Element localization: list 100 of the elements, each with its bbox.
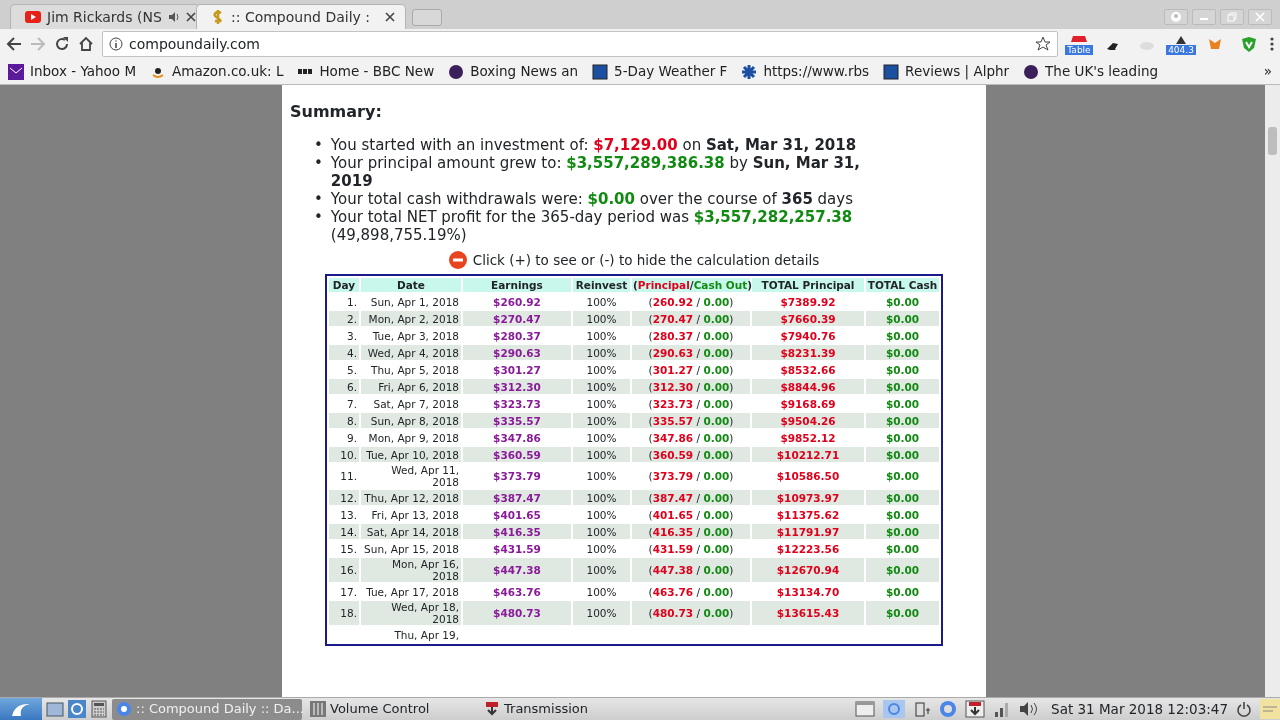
date-cell-text: Sun, Apr 15, 2018 xyxy=(363,541,460,557)
extension-button[interactable]: Table xyxy=(1066,33,1092,55)
earnings-cell: $312.30 xyxy=(463,379,571,395)
split-cell: (387.47 / 0.00) xyxy=(632,490,750,506)
split-cell: (270.47 / 0.00) xyxy=(632,311,750,327)
split-cell: (447.38 / 0.00) xyxy=(632,558,750,583)
volume-icon[interactable] xyxy=(1019,701,1040,717)
browser-icon[interactable] xyxy=(68,700,86,718)
total-cash-cell-text: $0.00 xyxy=(884,430,921,446)
reinvest-cell: 100% xyxy=(573,524,630,540)
total-principal-cell: $7660.39 xyxy=(752,311,864,327)
date-cell: Mon, Apr 16, 2018 xyxy=(361,558,461,583)
earnings-cell-text: $373.79 xyxy=(492,469,542,485)
date-cell: Sun, Apr 8, 2018 xyxy=(361,413,461,429)
date-cell: Tue, Apr 10, 2018 xyxy=(361,447,461,463)
box-extension-icon xyxy=(1070,33,1088,45)
bookmark[interactable]: Home - BBC New xyxy=(297,61,435,82)
split-cell-text: (280.37 / 0.00) xyxy=(647,328,735,344)
total-cash-cell-text: $0.00 xyxy=(884,328,921,344)
window-icon[interactable] xyxy=(855,700,876,718)
earnings-cell-text: $323.73 xyxy=(492,396,542,412)
taskbar-button[interactable]: Transmission xyxy=(480,698,770,720)
date-cell-text: Tue, Apr 17, 2018 xyxy=(365,584,460,600)
split-cell-text: (463.76 / 0.00) xyxy=(647,584,735,600)
total-principal-cell: $9504.26 xyxy=(752,413,864,429)
total-cash-cell-text: $0.00 xyxy=(884,362,921,378)
total-principal-cell: $8231.39 xyxy=(752,345,864,361)
scrollbar[interactable] xyxy=(1265,85,1280,697)
browser-icon[interactable] xyxy=(939,700,958,718)
browser-icon[interactable] xyxy=(883,700,906,718)
day-cell-text: 15. xyxy=(339,541,358,557)
day-cell: 2. xyxy=(329,311,359,327)
bookmark[interactable]: 5-Day Weather F xyxy=(592,61,728,82)
menu-icon[interactable] xyxy=(1270,36,1274,52)
bookmark[interactable]: Amazon.co.uk: L xyxy=(150,61,284,82)
date-cell: Mon, Apr 2, 2018 xyxy=(361,311,461,327)
extension-button[interactable]: 404.3 xyxy=(1168,33,1194,55)
earnings-cell: $416.35 xyxy=(463,524,571,540)
reinvest-cell: 100% xyxy=(573,413,630,429)
download-icon[interactable] xyxy=(965,700,986,718)
round-icon xyxy=(1023,63,1040,80)
bookmark[interactable]: Reviews | Alphr xyxy=(883,61,1010,82)
total-principal-cell: $12670.94 xyxy=(752,558,864,583)
address-bar[interactable]: compoundaily.com xyxy=(102,31,1058,57)
total-principal-cell-text: $13134.70 xyxy=(775,584,841,600)
reinvest-cell-text: 100% xyxy=(585,294,618,310)
toggle-text: Click (+) to see or (-) to hide the calculation details xyxy=(472,251,820,270)
scrollbar-thumb[interactable] xyxy=(1268,127,1277,155)
bookmark[interactable]: Inbox - Yahoo M xyxy=(8,61,137,82)
total-cash-cell: $0.00 xyxy=(866,558,939,583)
close-button[interactable] xyxy=(1248,9,1272,25)
day-cell: 18. xyxy=(329,601,359,626)
calculator-icon[interactable] xyxy=(90,700,108,718)
folder-icon[interactable] xyxy=(46,700,64,718)
reload-icon[interactable] xyxy=(54,36,70,52)
collapse-icon[interactable] xyxy=(448,251,467,270)
bullet: • xyxy=(314,190,323,208)
minimize-button[interactable] xyxy=(1192,9,1216,25)
split-cell-text: (323.73 / 0.00) xyxy=(647,396,735,412)
square-icon xyxy=(883,63,900,80)
power-icon[interactable] xyxy=(1236,701,1252,717)
reinvest-cell: 100% xyxy=(573,379,630,395)
day-cell: 12. xyxy=(329,490,359,506)
date-cell: Thu, Apr 12, 2018 xyxy=(361,490,461,506)
split-cell: (480.73 / 0.00) xyxy=(632,601,750,626)
taskbar-button[interactable]: Volume Control xyxy=(306,698,476,720)
browser-tab[interactable]: :: Compound Daily : xyxy=(196,4,406,29)
bookmark[interactable]: Boxing News an xyxy=(448,61,579,82)
close-icon xyxy=(1255,12,1265,22)
close-icon[interactable] xyxy=(185,12,196,22)
day-cell: 6. xyxy=(329,379,359,395)
total-principal-cell: $10973.97 xyxy=(752,490,864,506)
reinvest-cell-text: 100% xyxy=(585,430,618,446)
profile-button[interactable] xyxy=(1164,9,1188,25)
bullet: • xyxy=(314,136,323,154)
close-icon[interactable] xyxy=(385,12,395,22)
envelope-icon xyxy=(8,63,24,80)
column-header: TOTAL Principal xyxy=(752,278,864,293)
split-cell-text: (401.65 / 0.00) xyxy=(647,507,735,523)
home-icon[interactable] xyxy=(78,36,94,52)
total-principal-cell-text: $7940.76 xyxy=(779,328,837,344)
date-cell-text: Sat, Apr 7, 2018 xyxy=(372,396,460,412)
reinvest-cell: 100% xyxy=(573,345,630,361)
back-icon[interactable] xyxy=(6,36,22,52)
more-bookmarks-button[interactable]: » xyxy=(1263,61,1272,82)
day-cell-text: 3. xyxy=(345,328,358,344)
bookmark[interactable]: The UK's leading xyxy=(1023,61,1159,82)
star-icon[interactable] xyxy=(1035,36,1051,52)
day-cell-text: 11. xyxy=(339,469,358,485)
start-button[interactable] xyxy=(0,698,42,720)
reinvest-cell: 100% xyxy=(573,311,630,327)
shield-extension-icon xyxy=(1240,36,1258,52)
bookmark[interactable]: https://www.rbs xyxy=(741,61,870,82)
video-icon xyxy=(25,11,41,23)
total-cash-cell-text: $0.00 xyxy=(884,396,921,412)
reinvest-cell: 100% xyxy=(573,447,630,463)
fox-extension-icon xyxy=(1206,36,1224,52)
date-cell: Wed, Apr 18, 2018 xyxy=(361,601,461,626)
split-cell: (416.35 / 0.00) xyxy=(632,524,750,540)
total-cash-cell: $0.00 xyxy=(866,345,939,361)
